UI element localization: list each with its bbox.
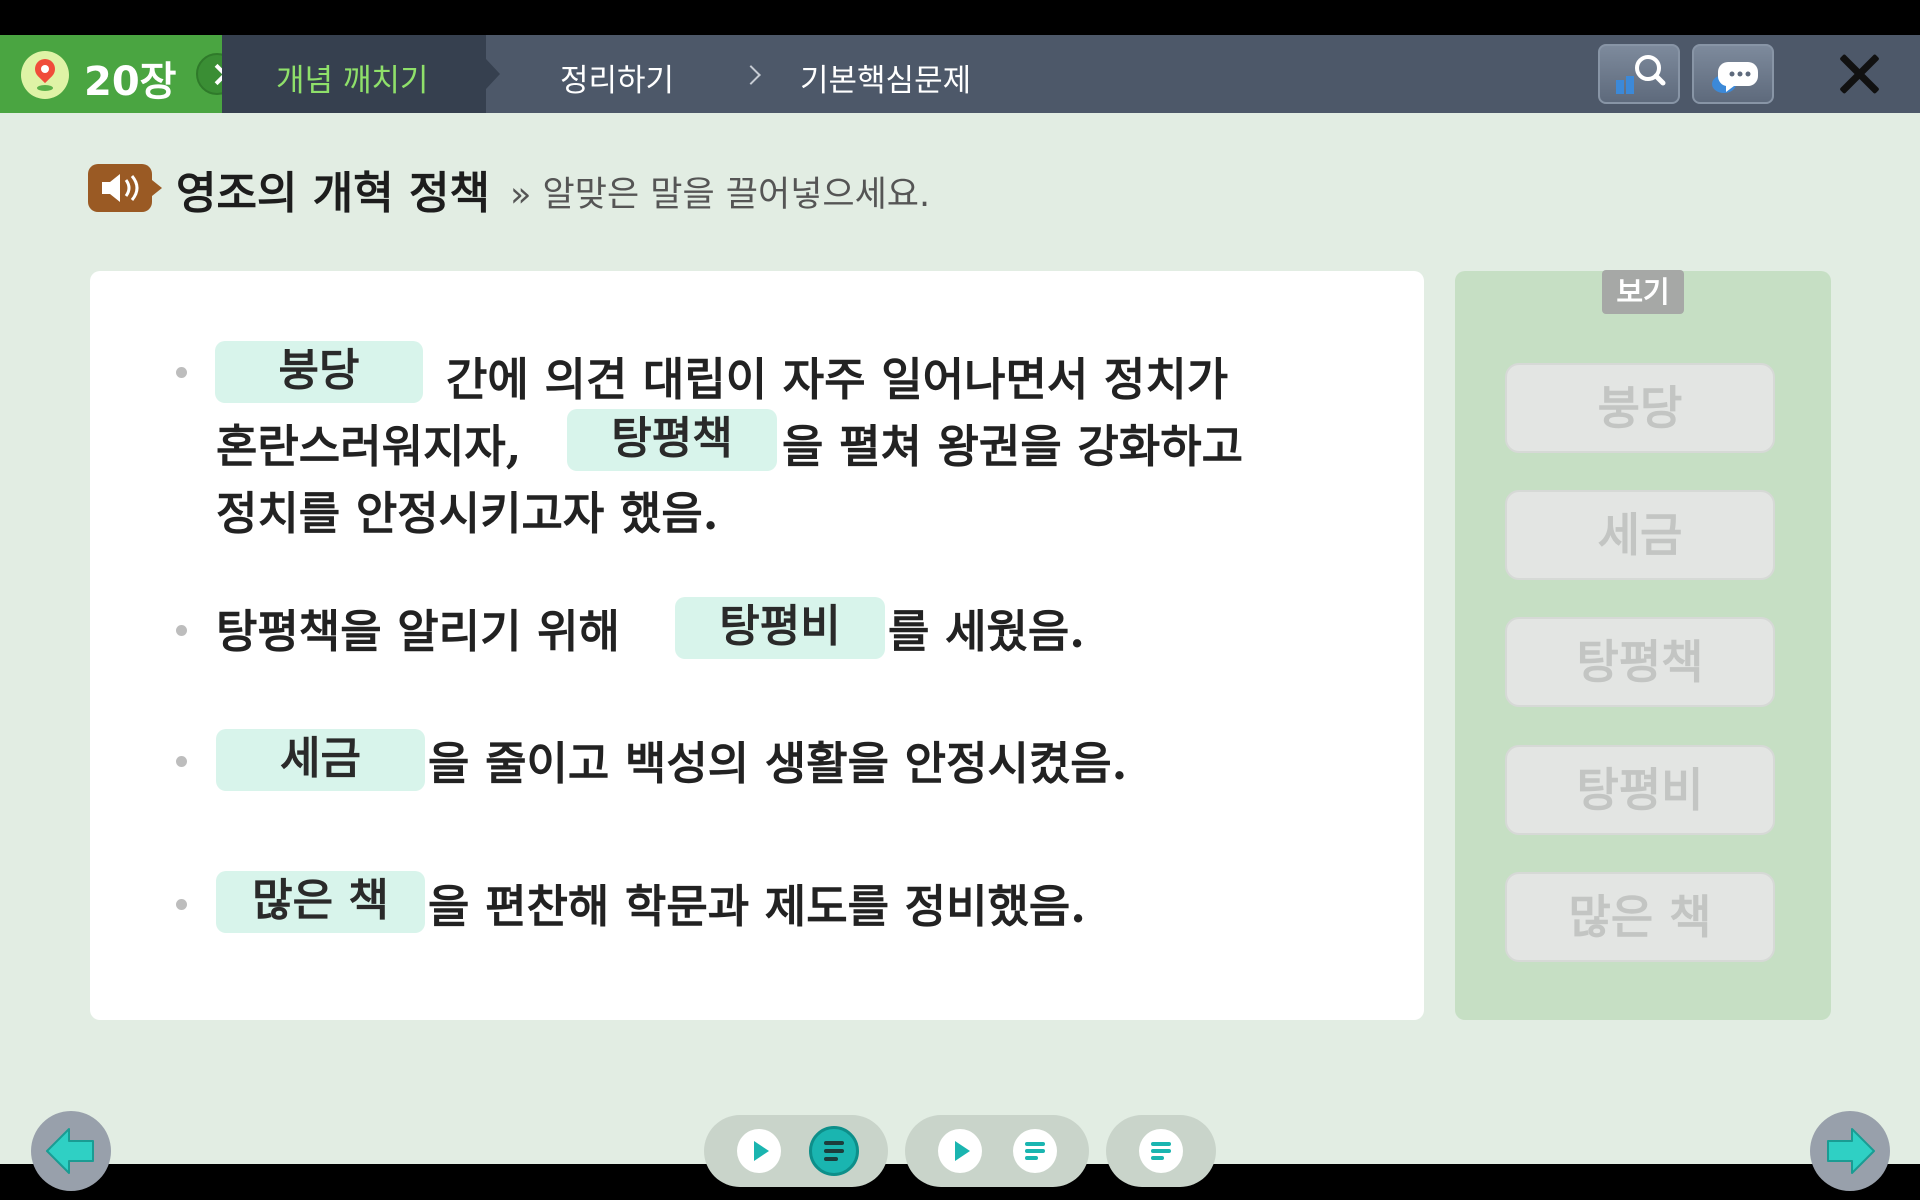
speaker-icon[interactable] <box>88 164 162 212</box>
answer-blank[interactable]: 붕당 <box>215 341 423 403</box>
passage-text: 탕평책을 알리기 위해 <box>216 605 620 658</box>
answer-blank[interactable]: 탕평비 <box>675 597 885 659</box>
bullet <box>176 899 187 910</box>
previous-page-button[interactable] <box>31 1111 111 1191</box>
answer-blank[interactable]: 탕평책 <box>567 409 777 471</box>
instruction-text: » 알맞은 말을 끌어넣으세요. <box>510 175 931 215</box>
passage-text: 간에 의견 대립이 자주 일어나면서 정치가 <box>446 353 1229 406</box>
app-screen: 20장 개념 깨치기 정리하기 기본핵심문제 영조의 개혁 정책 » 알맞은 말… <box>0 35 1920 1191</box>
chapter-badge[interactable]: 20장 <box>0 35 222 113</box>
answer-blank[interactable]: 세금 <box>216 729 425 791</box>
arrow-right-icon <box>1827 1128 1875 1174</box>
tab-concept-label: 개념 깨치기 <box>276 63 429 99</box>
passage-text: 을 펼쳐 왕권을 강화하고 <box>782 420 1244 473</box>
arrow-left-icon <box>46 1128 94 1174</box>
script-icon[interactable] <box>1013 1129 1057 1173</box>
word-chip[interactable]: 탕평비 <box>1505 745 1775 835</box>
chat-icon <box>1712 62 1758 93</box>
script-icon[interactable] <box>809 1126 859 1176</box>
audio-controls-group <box>905 1115 1089 1187</box>
page-title: 영조의 개혁 정책 <box>176 168 490 219</box>
passage-text: 을 편찬해 학문과 제도를 정비했음. <box>428 880 1086 933</box>
search-book-button[interactable] <box>1598 44 1680 104</box>
bullet <box>176 756 187 767</box>
passage-text: 정치를 안정시키고자 했음. <box>216 487 719 540</box>
passage-text: 을 줄이고 백성의 생활을 안정시켰음. <box>428 737 1128 790</box>
bullet <box>176 367 187 378</box>
word-chip[interactable]: 많은 책 <box>1505 872 1775 962</box>
next-page-button[interactable] <box>1810 1111 1890 1191</box>
word-bank-label: 보기 <box>1602 270 1684 314</box>
answer-blank[interactable]: 많은 책 <box>216 871 425 933</box>
play-icon[interactable] <box>938 1129 982 1173</box>
chat-button[interactable] <box>1692 44 1774 104</box>
search-book-icon <box>1616 55 1666 94</box>
audio-controls-group <box>1106 1115 1216 1187</box>
close-icon[interactable] <box>1836 51 1882 97</box>
script-icon[interactable] <box>1139 1129 1183 1173</box>
tab-concept[interactable]: 개념 깨치기 <box>222 35 500 113</box>
top-navigation-bar: 20장 개념 깨치기 정리하기 기본핵심문제 <box>0 35 1920 113</box>
play-icon[interactable] <box>737 1129 781 1173</box>
tab-core-problems[interactable]: 기본핵심문제 <box>800 55 971 100</box>
chapter-label: 20장 <box>84 59 177 105</box>
chevron-right-icon <box>741 65 761 85</box>
passage-text: 를 세웠음. <box>888 605 1085 658</box>
audio-controls-group <box>704 1115 888 1187</box>
bullet <box>176 625 187 636</box>
word-chip[interactable]: 탕평책 <box>1505 617 1775 707</box>
tab-summary[interactable]: 정리하기 <box>560 55 674 100</box>
map-pin-icon <box>21 51 69 99</box>
word-chip[interactable]: 붕당 <box>1505 363 1775 453</box>
passage-text: 혼란스러워지자, <box>216 420 522 473</box>
word-chip[interactable]: 세금 <box>1505 490 1775 580</box>
